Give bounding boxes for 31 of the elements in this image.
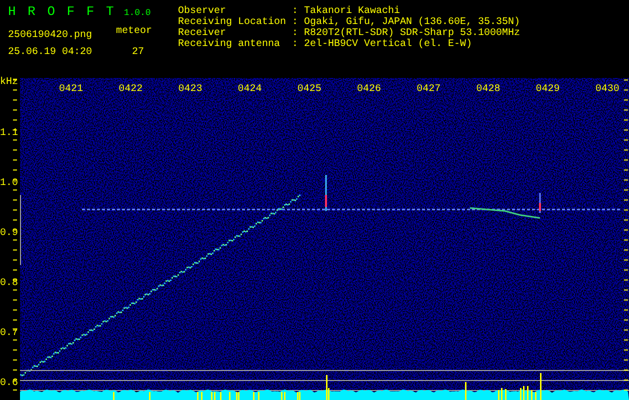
info-separator: : <box>292 39 300 50</box>
time-label: 0424 <box>238 84 262 95</box>
frequency-label: 0.7 <box>0 328 18 339</box>
timestamp: 25.06.19 04:20 <box>8 47 94 58</box>
meteor-label: meteor <box>116 26 154 37</box>
info-value: Takanori Kawachi <box>304 6 400 17</box>
time-label: 0429 <box>536 84 560 95</box>
time-label: 0427 <box>416 84 441 95</box>
time-label: 0426 <box>357 84 381 95</box>
info-label: Observer <box>178 6 226 17</box>
info-label: Receiving antenna <box>178 39 282 50</box>
time-label: 0421 <box>59 84 83 95</box>
meteor-count: 27 <box>131 47 146 58</box>
info-label: Receiver <box>178 28 226 39</box>
version-label: 1.0.0 <box>124 8 151 18</box>
info-value: R820T2(RTL-SDR) SDR-Sharp 53.1000MHz <box>304 28 520 39</box>
info-separator: : <box>292 17 300 28</box>
axis-unit: kHz <box>0 77 18 88</box>
time-label: 0423 <box>178 84 202 95</box>
time-label: 0428 <box>476 84 500 95</box>
info-separator: : <box>292 28 300 39</box>
time-label: 0430 <box>595 84 620 95</box>
app-title: H R O F F T <box>8 4 114 19</box>
info-label: Receiving Location <box>178 17 288 28</box>
info-value: Ogaki, Gifu, JAPAN (136.60E, 35.35N) <box>304 17 520 28</box>
time-label: 0422 <box>118 84 143 95</box>
time-label: 0425 <box>297 84 322 95</box>
info-value: 2el-HB9CV Vertical (el. E-W) <box>304 39 472 50</box>
info-separator: : <box>292 6 300 17</box>
frequency-label: 0.6 <box>0 378 18 389</box>
file-name: 2506190420.png <box>8 30 94 41</box>
